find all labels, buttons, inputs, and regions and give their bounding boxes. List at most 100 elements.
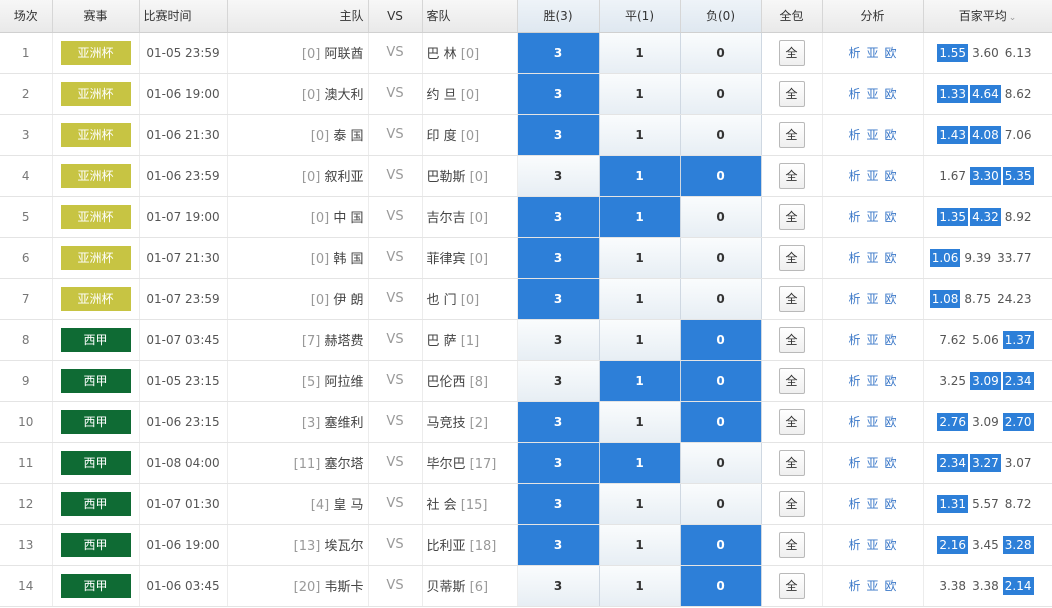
analysis-link[interactable]: 析 (848, 251, 860, 265)
away-team[interactable]: 也 门 (427, 293, 457, 308)
pick-draw-option[interactable]: 1 (599, 237, 679, 277)
away-team[interactable]: 巴勒斯 (427, 170, 466, 185)
pick-lose-option[interactable]: 0 (680, 196, 760, 236)
asian-odds-link[interactable]: 亚 (866, 292, 878, 306)
all-include-button[interactable]: 全 (778, 449, 805, 476)
pick-draw-option[interactable]: 1 (599, 442, 679, 482)
euro-odds-link[interactable]: 欧 (885, 579, 897, 593)
away-team[interactable]: 吉尔吉 (427, 211, 466, 226)
chevron-down-icon[interactable]: ⌄ (1009, 13, 1017, 23)
asian-odds-link[interactable]: 亚 (866, 456, 878, 470)
analysis-link[interactable]: 析 (848, 538, 860, 552)
euro-odds-link[interactable]: 欧 (885, 415, 897, 429)
analysis-link[interactable]: 析 (848, 374, 860, 388)
pick-draw-option[interactable]: 1 (599, 32, 679, 72)
pick-draw-option[interactable]: 1 (599, 524, 679, 564)
away-team[interactable]: 贝蒂斯 (427, 580, 466, 595)
pick-win-option[interactable]: 3 (517, 565, 598, 605)
league-badge[interactable]: 亚洲杯 (60, 204, 131, 229)
home-team[interactable]: 韦斯卡 (324, 580, 363, 595)
pick-win-option[interactable]: 3 (517, 483, 598, 523)
pick-win-option[interactable]: 3 (517, 401, 598, 441)
away-team[interactable]: 毕尔巴 (427, 457, 466, 472)
league-badge[interactable]: 亚洲杯 (60, 245, 131, 270)
euro-odds-link[interactable]: 欧 (885, 87, 897, 101)
euro-odds-link[interactable]: 欧 (885, 46, 897, 60)
home-team[interactable]: 赫塔费 (324, 334, 363, 349)
pick-lose-option[interactable]: 0 (680, 483, 760, 523)
pick-lose-option[interactable]: 0 (680, 524, 760, 564)
league-badge[interactable]: 亚洲杯 (60, 122, 131, 147)
league-badge[interactable]: 亚洲杯 (60, 81, 131, 106)
pick-win-option[interactable]: 3 (517, 524, 598, 564)
pick-draw-option[interactable]: 1 (599, 360, 679, 400)
all-include-button[interactable]: 全 (778, 121, 805, 148)
euro-odds-link[interactable]: 欧 (885, 251, 897, 265)
pick-win-option[interactable]: 3 (517, 319, 598, 359)
league-badge[interactable]: 西甲 (60, 368, 131, 393)
euro-odds-link[interactable]: 欧 (885, 333, 897, 347)
away-team[interactable]: 社 会 (427, 498, 457, 513)
home-team[interactable]: 澳大利 (324, 88, 363, 103)
asian-odds-link[interactable]: 亚 (866, 497, 878, 511)
away-team[interactable]: 巴伦西 (427, 375, 466, 390)
league-badge[interactable]: 亚洲杯 (60, 163, 131, 188)
analysis-link[interactable]: 析 (848, 210, 860, 224)
analysis-link[interactable]: 析 (848, 128, 860, 142)
asian-odds-link[interactable]: 亚 (866, 169, 878, 183)
home-team[interactable]: 韩 国 (333, 252, 363, 267)
home-team[interactable]: 伊 朗 (333, 293, 363, 308)
home-team[interactable]: 中 国 (333, 211, 363, 226)
pick-win-option[interactable]: 3 (517, 237, 598, 277)
pick-draw-option[interactable]: 1 (599, 114, 679, 154)
analysis-link[interactable]: 析 (848, 46, 860, 60)
away-team[interactable]: 巴 萨 (427, 334, 457, 349)
pick-win-option[interactable]: 3 (517, 442, 598, 482)
away-team[interactable]: 巴 林 (427, 47, 457, 62)
pick-win-option[interactable]: 3 (517, 73, 598, 113)
pick-draw-option[interactable]: 1 (599, 155, 679, 195)
pick-draw-option[interactable]: 1 (599, 565, 679, 605)
all-include-button[interactable]: 全 (778, 80, 805, 107)
all-include-button[interactable]: 全 (778, 285, 805, 312)
analysis-link[interactable]: 析 (848, 292, 860, 306)
league-badge[interactable]: 亚洲杯 (60, 286, 131, 311)
pick-draw-option[interactable]: 1 (599, 278, 679, 318)
euro-odds-link[interactable]: 欧 (885, 538, 897, 552)
pick-lose-option[interactable]: 0 (680, 360, 760, 400)
league-badge[interactable]: 西甲 (60, 573, 131, 598)
league-badge[interactable]: 西甲 (60, 450, 131, 475)
euro-odds-link[interactable]: 欧 (885, 292, 897, 306)
home-team[interactable]: 叙利亚 (324, 170, 363, 185)
asian-odds-link[interactable]: 亚 (866, 579, 878, 593)
league-badge[interactable]: 西甲 (60, 532, 131, 557)
league-badge[interactable]: 西甲 (60, 327, 131, 352)
home-team[interactable]: 塞维利 (324, 416, 363, 431)
league-badge[interactable]: 亚洲杯 (60, 40, 131, 65)
pick-lose-option[interactable]: 0 (680, 73, 760, 113)
asian-odds-link[interactable]: 亚 (866, 374, 878, 388)
away-team[interactable]: 菲律宾 (427, 252, 466, 267)
all-include-button[interactable]: 全 (778, 572, 805, 599)
asian-odds-link[interactable]: 亚 (866, 333, 878, 347)
pick-draw-option[interactable]: 1 (599, 73, 679, 113)
pick-win-option[interactable]: 3 (517, 114, 598, 154)
all-include-button[interactable]: 全 (778, 326, 805, 353)
analysis-link[interactable]: 析 (848, 333, 860, 347)
home-team[interactable]: 塞尔塔 (324, 457, 363, 472)
all-include-button[interactable]: 全 (778, 203, 805, 230)
away-team[interactable]: 比利亚 (427, 539, 466, 554)
pick-win-option[interactable]: 3 (517, 32, 598, 72)
asian-odds-link[interactable]: 亚 (866, 46, 878, 60)
euro-odds-link[interactable]: 欧 (885, 210, 897, 224)
all-include-button[interactable]: 全 (778, 408, 805, 435)
pick-win-option[interactable]: 3 (517, 278, 598, 318)
all-include-button[interactable]: 全 (778, 367, 805, 394)
away-team[interactable]: 印 度 (427, 129, 457, 144)
home-team[interactable]: 皇 马 (333, 498, 363, 513)
pick-lose-option[interactable]: 0 (680, 401, 760, 441)
away-team[interactable]: 约 旦 (427, 88, 457, 103)
league-badge[interactable]: 西甲 (60, 409, 131, 434)
euro-odds-link[interactable]: 欧 (885, 497, 897, 511)
euro-odds-link[interactable]: 欧 (885, 456, 897, 470)
